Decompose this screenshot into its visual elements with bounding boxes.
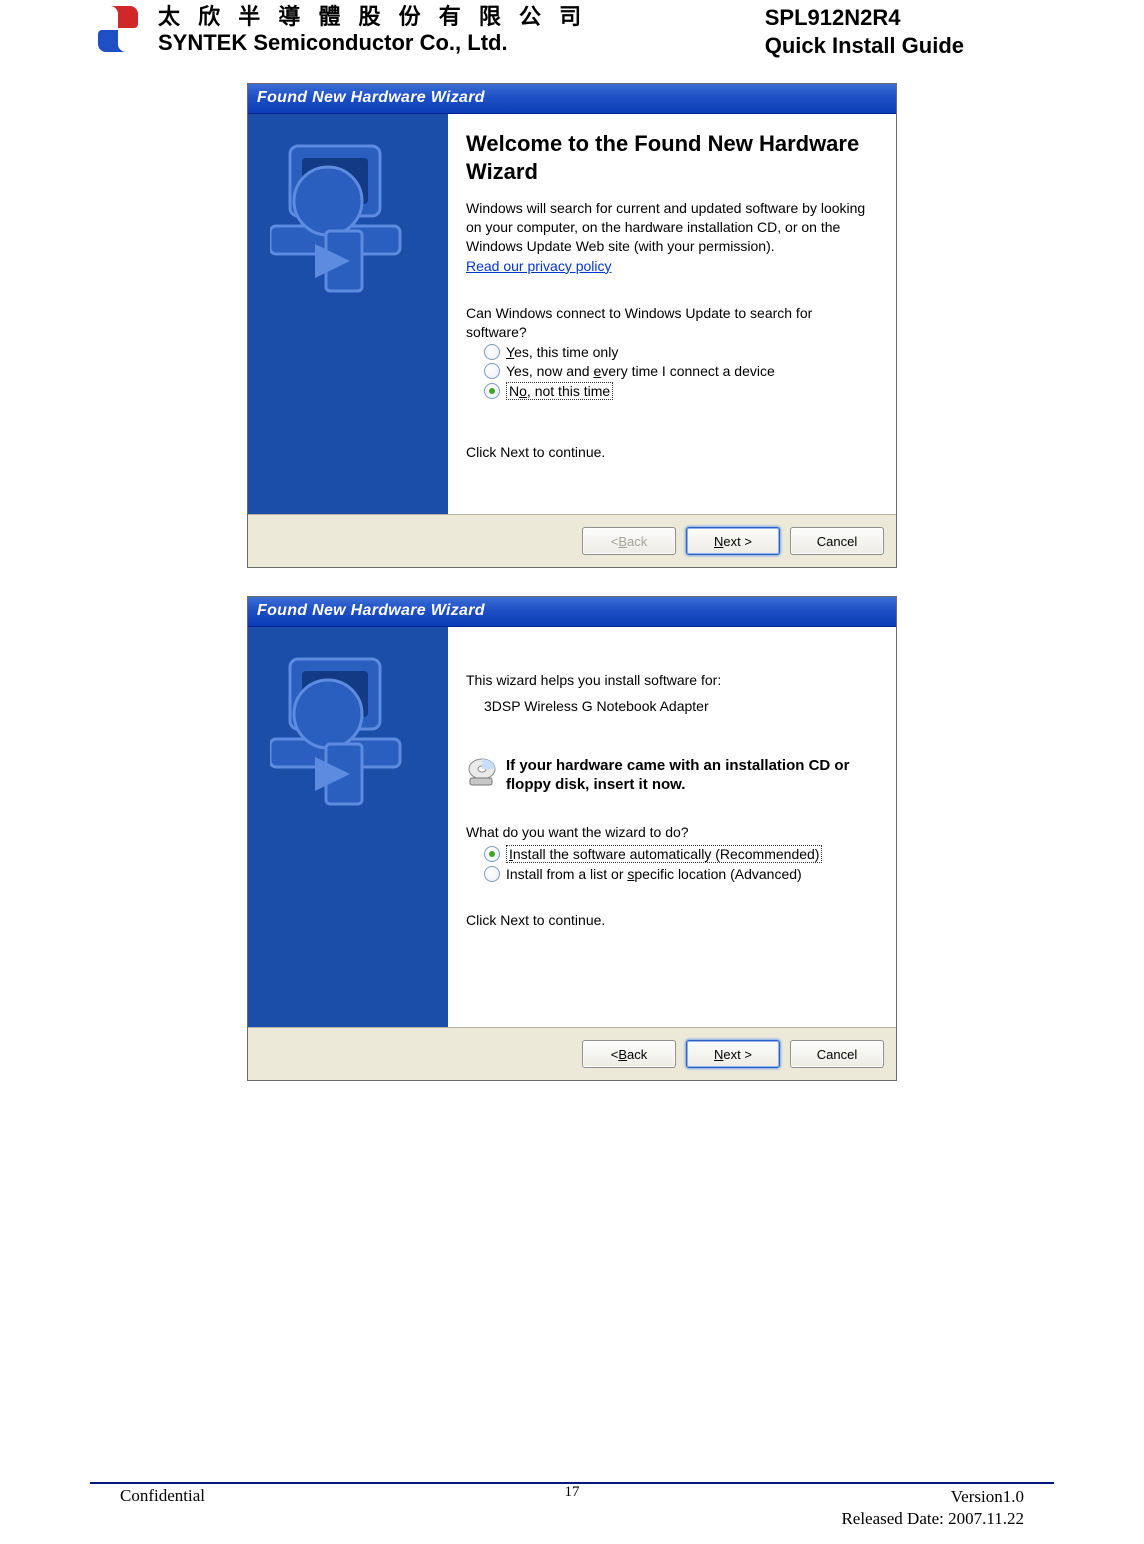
company-name-cn: 太 欣 半 導 體 股 份 有 限 公 司 [158, 4, 587, 30]
titlebar[interactable]: Found New Hardware Wizard [248, 597, 896, 627]
footer-release-date: Released Date: 2007.11.22 [723, 1508, 1024, 1530]
page-footer: Confidential 17 Version1.0 Released Date… [90, 1486, 1054, 1530]
page-header: 太 欣 半 導 體 股 份 有 限 公 司 SYNTEK Semiconduct… [90, 0, 1054, 59]
click-next-text: Click Next to continue. [466, 911, 874, 930]
radio-icon [484, 344, 500, 360]
device-name: 3DSP Wireless G Notebook Adapter [484, 698, 874, 714]
radio-label: Install the software automatically (Reco… [506, 845, 822, 863]
radio-icon [484, 363, 500, 379]
next-button[interactable]: Next > [686, 1040, 780, 1068]
footer-confidential: Confidential [90, 1486, 421, 1530]
wizard-intro-text: Windows will search for current and upda… [466, 199, 874, 256]
wizard-question: What do you want the wizard to do? [466, 823, 874, 842]
company-logo-icon [90, 4, 146, 54]
wizard-dialog-1: Found New Hardware Wizard Welcome to the… [247, 83, 897, 568]
footer-page-number: 17 [421, 1484, 722, 1528]
footer-version: Version1.0 [723, 1486, 1024, 1508]
radio-yes-once[interactable]: Yes, this time only [484, 344, 874, 360]
radio-yes-always[interactable]: Yes, now and every time I connect a devi… [484, 363, 874, 379]
wizard-sidepanel [248, 627, 448, 1027]
cd-icon [466, 756, 498, 788]
radio-auto-install[interactable]: Install the software automatically (Reco… [484, 845, 874, 863]
back-button[interactable]: < Back [582, 1040, 676, 1068]
cancel-button[interactable]: Cancel [790, 1040, 884, 1068]
helps-text: This wizard helps you install software f… [466, 671, 874, 690]
radio-no[interactable]: No, not this time [484, 382, 874, 400]
wizard-dialog-2: Found New Hardware Wizard This wizard he… [247, 596, 897, 1081]
radio-label: es, this time only [514, 344, 618, 360]
wizard-sidepanel [248, 114, 448, 514]
product-code: SPL912N2R4 [765, 4, 964, 32]
click-next-text: Click Next to continue. [466, 443, 874, 462]
radio-label: No, not this time [506, 382, 613, 400]
titlebar[interactable]: Found New Hardware Wizard [248, 84, 896, 114]
button-bar: < Back Next > Cancel [248, 514, 896, 567]
button-bar: < Back Next > Cancel [248, 1027, 896, 1080]
radio-icon [484, 383, 500, 399]
wizard-question: Can Windows connect to Windows Update to… [466, 304, 874, 342]
radio-advanced-install[interactable]: Install from a list or specific location… [484, 866, 874, 882]
next-button[interactable]: Next > [686, 527, 780, 555]
privacy-policy-link[interactable]: Read our privacy policy [466, 258, 612, 274]
company-name-en: SYNTEK Semiconductor Co., Ltd. [158, 30, 587, 56]
cancel-button[interactable]: Cancel [790, 527, 884, 555]
radio-label: Yes, now and every time I connect a devi… [506, 363, 775, 379]
cd-instruction: If your hardware came with an installati… [506, 756, 874, 795]
wizard-heading: Welcome to the Found New Hardware Wizard [466, 130, 874, 185]
doc-type: Quick Install Guide [765, 32, 964, 60]
back-button: < Back [582, 527, 676, 555]
radio-icon [484, 866, 500, 882]
radio-label: Install from a list or specific location… [506, 866, 802, 882]
radio-icon [484, 846, 500, 862]
